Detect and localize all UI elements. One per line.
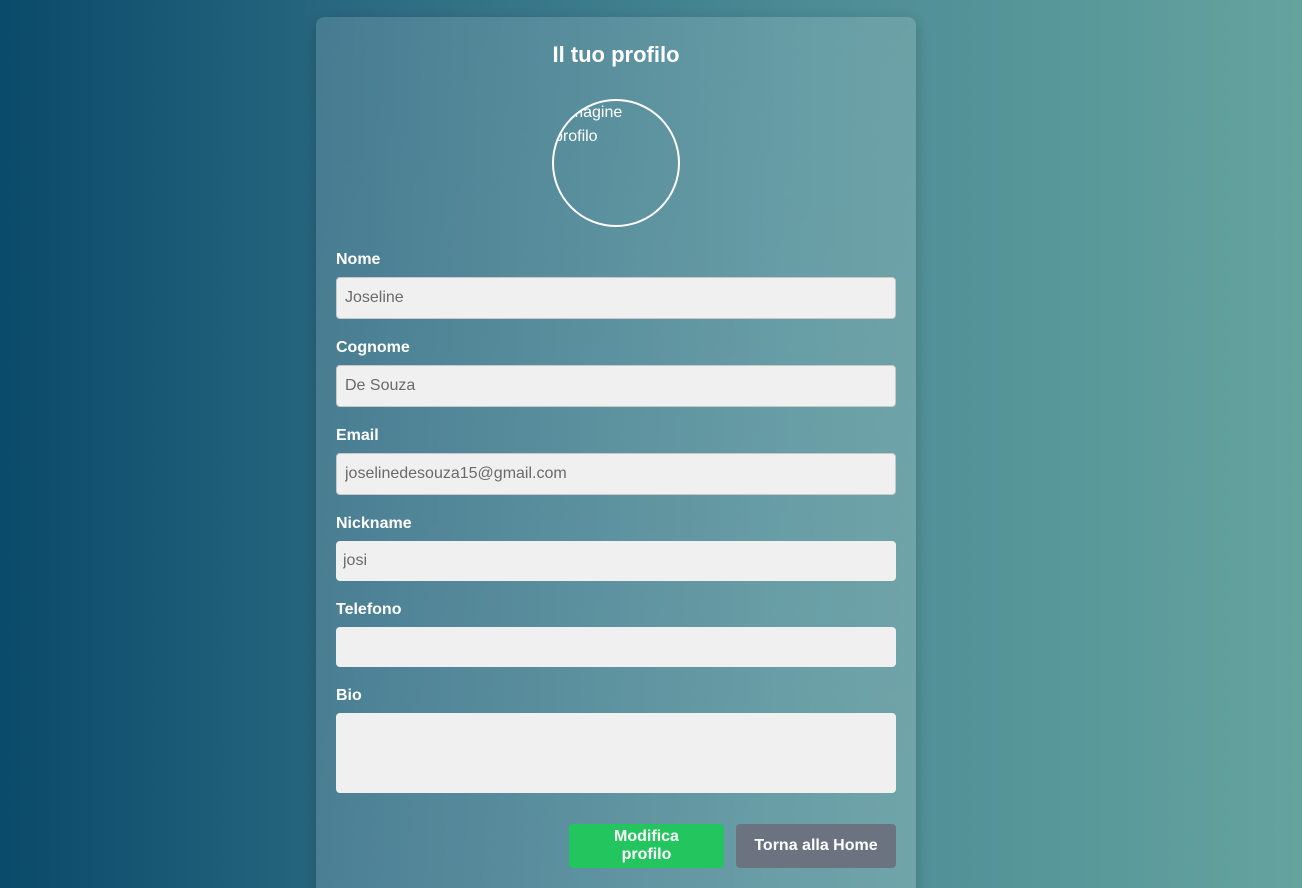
nickname-field[interactable] bbox=[336, 541, 896, 581]
email-label: Email bbox=[336, 427, 379, 444]
nome-label: Nome bbox=[336, 251, 381, 268]
avatar-alt-text: Immagine profilo bbox=[552, 104, 623, 145]
profile-form: Nome Cognome Email Nickname Telefono Bio bbox=[336, 250, 896, 793]
telefono-field[interactable] bbox=[336, 627, 896, 667]
profile-card: Il tuo profilo Immagine profilo Nome Cog… bbox=[316, 17, 916, 888]
avatar-container: Immagine profilo bbox=[336, 99, 896, 227]
cognome-label: Cognome bbox=[336, 339, 410, 356]
nome-field[interactable] bbox=[336, 277, 896, 319]
back-home-button[interactable]: Torna alla Home bbox=[736, 824, 896, 868]
email-field[interactable] bbox=[336, 453, 896, 495]
telefono-label: Telefono bbox=[336, 601, 402, 618]
page-title: Il tuo profilo bbox=[552, 42, 680, 67]
nickname-label: Nickname bbox=[336, 515, 412, 532]
bio-label: Bio bbox=[336, 687, 362, 704]
edit-profile-button[interactable]: Modifica profilo bbox=[569, 824, 724, 868]
form-actions: Modifica profilo Torna alla Home bbox=[336, 824, 896, 868]
avatar[interactable]: Immagine profilo bbox=[552, 99, 680, 227]
bio-field[interactable] bbox=[336, 713, 896, 793]
cognome-field[interactable] bbox=[336, 365, 896, 407]
